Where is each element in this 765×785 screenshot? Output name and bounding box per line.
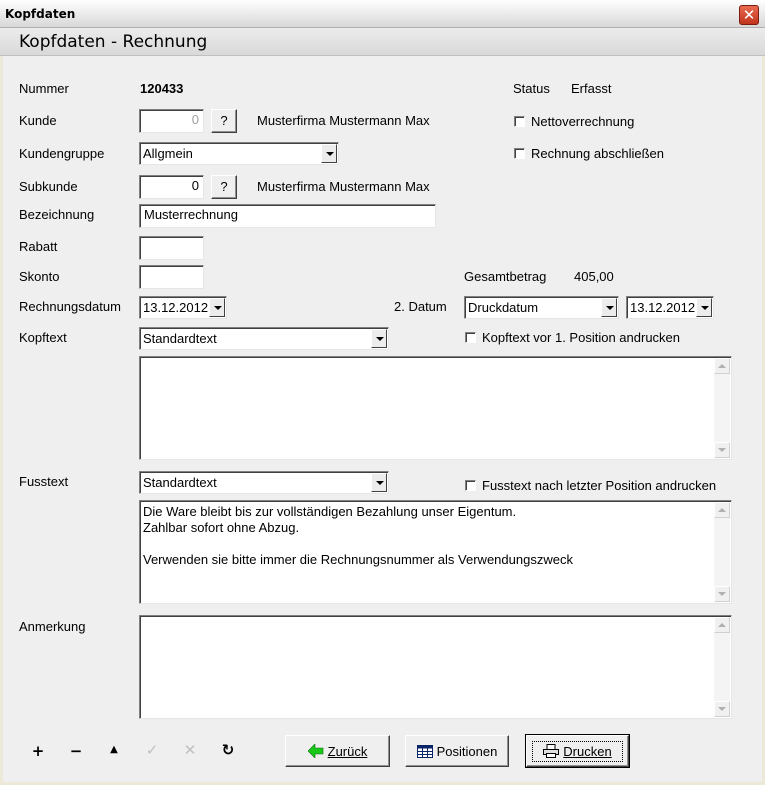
bezeichnung-field[interactable]: Musterrechnung xyxy=(139,204,436,228)
rechnungsdatum-label: Rechnungsdatum xyxy=(19,299,121,314)
subkunde-lookup-button[interactable]: ? xyxy=(211,175,237,199)
datum2-type-select[interactable]: Druckdatum xyxy=(464,296,619,319)
close-button[interactable]: ✕ xyxy=(739,5,759,25)
anmerkung-label: Anmerkung xyxy=(19,619,86,634)
datum2-label: 2. Datum xyxy=(394,299,447,314)
status-label: Status xyxy=(513,81,550,96)
form-header: Kopfdaten - Rechnung xyxy=(0,28,765,56)
rabatt-label: Rabatt xyxy=(19,239,58,254)
arrow-left-icon xyxy=(307,744,323,758)
kopftext-label: Kopftext xyxy=(19,330,67,345)
kunde-number-field[interactable]: 0 xyxy=(139,109,204,133)
print-button[interactable]: Drucken xyxy=(525,734,630,768)
close-icon: ✕ xyxy=(742,6,756,24)
chevron-down-icon[interactable] xyxy=(371,473,387,492)
nummer-value: 120433 xyxy=(140,81,184,96)
delete-record-icon[interactable]: − xyxy=(66,741,86,761)
fusstext-select[interactable]: Standardtext xyxy=(139,471,389,494)
chevron-down-icon[interactable] xyxy=(601,298,617,317)
kunde-name: Musterfirma Mustermann Max xyxy=(257,113,430,128)
bezeichnung-label: Bezeichnung xyxy=(19,207,95,222)
back-button-label: Zurück xyxy=(327,743,368,759)
table-icon xyxy=(416,744,433,758)
refresh-icon[interactable]: ↻ xyxy=(218,740,238,760)
kopftext-checkbox[interactable] xyxy=(465,332,476,343)
datum2-type-value: Druckdatum xyxy=(468,300,539,315)
title-bar: Kopfdaten ✕ xyxy=(0,0,765,28)
fusstext-label: Fusstext xyxy=(19,474,69,489)
fusstext-checkbox[interactable] xyxy=(465,480,476,491)
status-value: Erfasst xyxy=(571,81,612,96)
netto-checkbox[interactable] xyxy=(514,116,525,127)
form-title: Kopfdaten - Rechnung xyxy=(19,32,208,52)
kopftext-scrollbar[interactable] xyxy=(714,358,730,458)
fusstext-select-value: Standardtext xyxy=(143,475,217,490)
scroll-up-icon[interactable] xyxy=(714,358,730,374)
scroll-up-icon[interactable] xyxy=(714,502,730,518)
cancel-icon: ✕ xyxy=(183,741,197,759)
skonto-label: Skonto xyxy=(19,269,60,284)
subkunde-number-field[interactable]: 0 xyxy=(139,175,204,199)
fusstext-memo-text: Die Ware bleibt bis zur vollständigen Be… xyxy=(143,504,573,567)
back-button[interactable]: Zurück xyxy=(285,735,390,767)
rabatt-field[interactable] xyxy=(139,236,204,260)
anmerkung-scrollbar[interactable] xyxy=(714,617,730,717)
scroll-down-icon[interactable] xyxy=(714,586,730,602)
rechnungsdatum-picker[interactable]: 13.12.2012 xyxy=(139,296,227,319)
gesamtbetrag-label: Gesamtbetrag xyxy=(464,269,547,284)
kopftext-memo[interactable] xyxy=(139,356,732,460)
scroll-down-icon[interactable] xyxy=(714,701,730,717)
kundengruppe-value: Allgmein xyxy=(143,146,193,161)
fusstext-scrollbar[interactable] xyxy=(714,502,730,602)
move-up-icon[interactable]: ▲ xyxy=(104,740,124,760)
kunde-lookup-button[interactable]: ? xyxy=(211,109,237,133)
confirm-icon: ✓ xyxy=(145,741,159,759)
subkunde-name: Musterfirma Mustermann Max xyxy=(257,179,430,194)
positions-button-label: Positionen xyxy=(436,743,498,759)
scroll-down-icon[interactable] xyxy=(714,442,730,458)
kopftext-select-value: Standardtext xyxy=(143,331,217,346)
netto-label: Nettoverrechnung xyxy=(531,114,635,129)
rechnungsdatum-value: 13.12.2012 xyxy=(143,300,209,315)
abschliessen-label: Rechnung abschließen xyxy=(531,146,664,161)
anmerkung-memo[interactable] xyxy=(139,615,732,719)
fusstext-checkbox-label: Fusstext nach letzter Position andrucken xyxy=(482,478,717,493)
nummer-label: Nummer xyxy=(19,81,69,96)
subkunde-label: Subkunde xyxy=(19,179,78,194)
positions-button[interactable]: Positionen xyxy=(405,735,509,767)
datum2-value: 13.12.2012 xyxy=(630,300,696,315)
chevron-down-icon[interactable] xyxy=(321,144,337,163)
fusstext-memo[interactable]: Die Ware bleibt bis zur vollständigen Be… xyxy=(139,500,732,604)
kopftext-checkbox-label: Kopftext vor 1. Position andrucken xyxy=(482,330,681,345)
chevron-down-icon[interactable] xyxy=(209,298,225,317)
gesamtbetrag-value: 405,00 xyxy=(574,269,614,284)
print-button-label: Drucken xyxy=(563,743,612,759)
kundengruppe-label: Kundengruppe xyxy=(19,146,105,161)
add-record-icon[interactable]: + xyxy=(28,741,48,761)
printer-icon xyxy=(543,744,560,758)
kopftext-select[interactable]: Standardtext xyxy=(139,327,389,350)
abschliessen-checkbox[interactable] xyxy=(514,148,525,159)
scroll-up-icon[interactable] xyxy=(714,617,730,633)
chevron-down-icon[interactable] xyxy=(696,298,712,317)
skonto-field[interactable] xyxy=(139,265,204,289)
datum2-picker[interactable]: 13.12.2012 xyxy=(626,296,714,319)
kundengruppe-select[interactable]: Allgmein xyxy=(139,142,339,165)
kunde-label: Kunde xyxy=(19,113,57,128)
window-title: Kopfdaten xyxy=(5,7,76,21)
chevron-down-icon[interactable] xyxy=(371,329,387,348)
print-button-focus: Drucken xyxy=(532,740,623,762)
